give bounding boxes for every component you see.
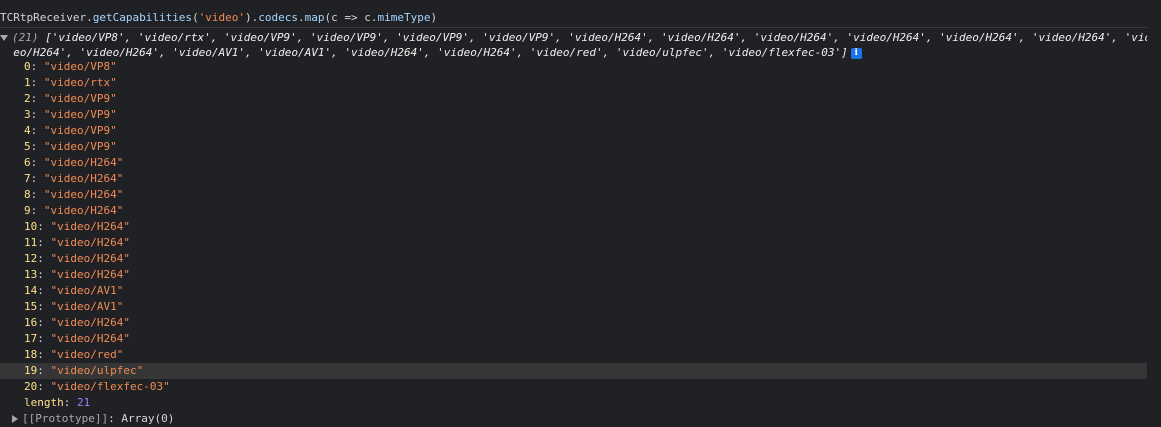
array-item-value: "video/VP9" (43, 92, 117, 105)
array-item-value: "video/H264" (43, 156, 124, 169)
collapse-triangle-icon[interactable] (12, 415, 18, 423)
array-item-row[interactable]: 19: "video/ulpfec" (0, 363, 1147, 379)
array-item-value: "video/VP8" (43, 60, 117, 73)
prototype-row[interactable]: [[Prototype]]: Array(0) (12, 411, 174, 427)
array-item-value: "video/H264" (50, 332, 130, 345)
console-input-line[interactable]: TCRtpReceiver.getCapabilities('video').c… (0, 10, 1147, 26)
result-preview-line2: eo/H264', 'video/H264', 'video/AV1', 'vi… (13, 46, 848, 59)
array-item-row[interactable]: 1: "video/rtx" (0, 75, 1147, 91)
array-item-key: 2 (24, 92, 31, 105)
array-item-key: 15 (24, 300, 38, 313)
array-item-key: 11 (24, 236, 38, 249)
array-item-value: "video/ulpfec" (50, 364, 144, 377)
array-item-row[interactable]: 4: "video/VP9" (0, 123, 1147, 139)
array-item-value: "video/H264" (43, 172, 124, 185)
array-item-key: 10 (24, 220, 38, 233)
array-item-row[interactable]: 2: "video/VP9" (0, 91, 1147, 107)
array-item-key: 7 (24, 172, 31, 185)
array-item-value: "video/H264" (50, 236, 130, 249)
array-item-value: "video/AV1" (50, 284, 124, 297)
array-item-row[interactable]: 18: "video/red" (0, 347, 1147, 363)
array-item-row[interactable]: 13: "video/H264" (0, 267, 1147, 283)
array-item-key: 5 (24, 140, 31, 153)
array-item-key: 3 (24, 108, 31, 121)
array-item-key: 14 (24, 284, 38, 297)
array-item-row[interactable]: 9: "video/H264" (0, 203, 1147, 219)
length-row: length: 21 (24, 396, 91, 409)
input-map: map (304, 11, 325, 24)
input-object: TCRtpReceiver (0, 11, 87, 24)
array-item-row[interactable]: 8: "video/H264" (0, 187, 1147, 203)
array-item-key: 16 (24, 316, 38, 329)
array-item-row[interactable]: 6: "video/H264" (0, 155, 1147, 171)
array-item-key: 12 (24, 252, 38, 265)
array-item-value: "video/rtx" (43, 76, 117, 89)
array-item-value: "video/H264" (50, 220, 130, 233)
array-item-row[interactable]: 15: "video/AV1" (0, 299, 1147, 315)
array-item-value: "video/VP9" (43, 108, 117, 121)
array-item-key: 4 (24, 124, 31, 137)
info-icon[interactable]: i (850, 47, 862, 59)
array-item-value: "video/H264" (50, 316, 130, 329)
array-item-row[interactable]: 5: "video/VP9" (0, 139, 1147, 155)
array-item-row[interactable]: 14: "video/AV1" (0, 283, 1147, 299)
input-prop: mimeType (377, 11, 431, 24)
array-items: 0: "video/VP8" 1: "video/rtx" 2: "video/VP… (0, 59, 1147, 395)
array-item-key: 9 (24, 204, 31, 217)
array-item-value: "video/H264" (50, 252, 130, 265)
array-item-key: 8 (24, 188, 31, 201)
array-item-row[interactable]: 17: "video/H264" (0, 331, 1147, 347)
input-target: c (364, 11, 371, 24)
expand-triangle-icon[interactable] (0, 35, 8, 41)
array-item-key: 0 (24, 60, 31, 73)
input-method: getCapabilities (92, 11, 193, 24)
array-item-row[interactable]: 11: "video/H264" (0, 235, 1147, 251)
array-item-row[interactable]: 7: "video/H264" (0, 171, 1147, 187)
array-item-key: 6 (24, 156, 31, 169)
array-item-value: "video/red" (50, 348, 124, 361)
array-item-row[interactable]: 20: "video/flexfec-03" (0, 379, 1147, 395)
array-item-key: 18 (24, 348, 38, 361)
array-item-key: 19 (24, 364, 38, 377)
array-item-key: 20 (24, 380, 38, 393)
result-preview[interactable]: (21) ['video/VP8', 'video/rtx', 'video/V… (0, 30, 1147, 46)
array-item-value: "video/VP9" (43, 124, 117, 137)
array-item-value: "video/H264" (50, 268, 130, 281)
result-preview-line1: ['video/VP8', 'video/rtx', 'video/VP9', … (45, 31, 1147, 44)
array-item-row[interactable]: 16: "video/H264" (0, 315, 1147, 331)
array-item-value: "video/flexfec-03" (50, 380, 170, 393)
input-param: c (331, 11, 338, 24)
length-key: length (24, 396, 64, 409)
console-separator (0, 27, 1147, 28)
input-arrow: => (344, 11, 358, 24)
array-item-row[interactable]: 10: "video/H264" (0, 219, 1147, 235)
array-item-value: "video/H264" (43, 204, 124, 217)
input-chain: codecs (258, 11, 299, 24)
scrollbar[interactable] (1147, 0, 1161, 419)
array-item-value: "video/VP9" (43, 140, 117, 153)
array-item-row[interactable]: 12: "video/H264" (0, 251, 1147, 267)
array-item-value: "video/AV1" (50, 300, 124, 313)
array-item-key: 13 (24, 268, 38, 281)
array-item-key: 1 (24, 76, 31, 89)
array-item-row[interactable]: 0: "video/VP8" (0, 59, 1147, 75)
array-item-value: "video/H264" (43, 188, 124, 201)
result-count: (21) (12, 31, 39, 44)
length-value: 21 (77, 396, 91, 409)
array-item-key: 17 (24, 332, 38, 345)
array-item-row[interactable]: 3: "video/VP9" (0, 107, 1147, 123)
input-arg: 'video' (198, 11, 246, 24)
